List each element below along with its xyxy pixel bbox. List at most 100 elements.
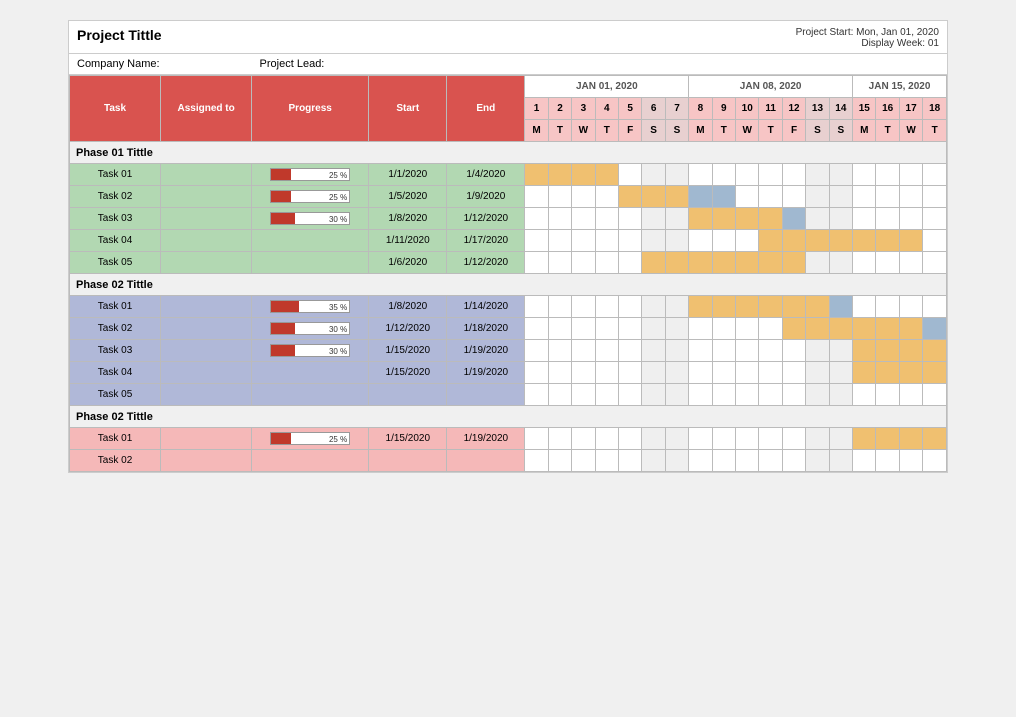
week-header-1: JAN 08, 2020	[689, 76, 853, 98]
gantt-day-cell	[806, 450, 829, 472]
gantt-day-cell	[689, 296, 712, 318]
gantt-day-cell	[548, 428, 571, 450]
gantt-day-cell	[806, 252, 829, 274]
gantt-day-cell	[595, 186, 618, 208]
date-header-13: 13	[806, 98, 829, 120]
phase-row-0: Phase 01 Tittle	[70, 142, 947, 164]
phase-row-1: Phase 02 Tittle	[70, 274, 947, 296]
gantt-day-cell	[782, 340, 805, 362]
gantt-day-cell	[899, 318, 922, 340]
gantt-day-cell	[876, 208, 899, 230]
task-row: Task 041/11/20201/17/2020	[70, 230, 947, 252]
gantt-day-cell	[548, 186, 571, 208]
gantt-day-cell	[876, 252, 899, 274]
gantt-day-cell	[782, 164, 805, 186]
gantt-day-cell	[899, 230, 922, 252]
gantt-day-cell	[782, 362, 805, 384]
day-header-11: F	[782, 120, 805, 142]
gantt-day-cell	[876, 428, 899, 450]
task-end: 1/4/2020	[447, 164, 525, 186]
date-header-11: 11	[759, 98, 782, 120]
gantt-day-cell	[525, 362, 548, 384]
gantt-day-cell	[712, 252, 735, 274]
task-end: 1/19/2020	[447, 428, 525, 450]
gantt-day-cell	[619, 318, 642, 340]
day-header-6: S	[665, 120, 688, 142]
gantt-day-cell	[923, 362, 947, 384]
task-assigned	[161, 296, 252, 318]
gantt-day-cell	[806, 230, 829, 252]
task-start: 1/12/2020	[369, 318, 447, 340]
gantt-day-cell	[712, 164, 735, 186]
gantt-day-cell	[619, 340, 642, 362]
gantt-day-cell	[595, 362, 618, 384]
day-header-3: T	[595, 120, 618, 142]
gantt-day-cell	[876, 340, 899, 362]
gantt-day-cell	[548, 164, 571, 186]
gantt-day-cell	[572, 318, 595, 340]
task-row: Task 0330 %1/15/20201/19/2020	[70, 340, 947, 362]
gantt-day-cell	[853, 186, 876, 208]
gantt-day-cell	[759, 164, 782, 186]
task-name: Task 04	[70, 230, 161, 252]
gantt-day-cell	[853, 450, 876, 472]
date-header-17: 17	[899, 98, 922, 120]
gantt-day-cell	[806, 428, 829, 450]
col-header-progress: Progress	[252, 76, 369, 142]
task-assigned	[161, 384, 252, 406]
date-header-15: 15	[853, 98, 876, 120]
project-info: Project Start: Mon, Jan 01, 2020 Display…	[796, 27, 939, 49]
gantt-day-cell	[712, 296, 735, 318]
gantt-day-cell	[923, 296, 947, 318]
gantt-day-cell	[759, 428, 782, 450]
gantt-day-cell	[899, 164, 922, 186]
task-assigned	[161, 340, 252, 362]
gantt-day-cell	[853, 340, 876, 362]
gantt-day-cell	[572, 230, 595, 252]
gantt-day-cell	[853, 296, 876, 318]
gantt-day-cell	[782, 296, 805, 318]
gantt-day-cell	[595, 450, 618, 472]
gantt-day-cell	[853, 252, 876, 274]
gantt-day-cell	[712, 450, 735, 472]
task-name: Task 01	[70, 164, 161, 186]
gantt-day-cell	[782, 252, 805, 274]
task-progress: 35 %	[252, 296, 369, 318]
gantt-day-cell	[665, 164, 688, 186]
gantt-day-cell	[923, 208, 947, 230]
gantt-day-cell	[876, 164, 899, 186]
gantt-day-cell	[665, 186, 688, 208]
task-start	[369, 384, 447, 406]
header-area: Project Tittle Project Start: Mon, Jan 0…	[69, 21, 947, 54]
task-progress	[252, 252, 369, 274]
gantt-day-cell	[806, 208, 829, 230]
gantt-day-cell	[642, 340, 665, 362]
gantt-day-cell	[525, 208, 548, 230]
day-header-0: M	[525, 120, 548, 142]
gantt-day-cell	[642, 362, 665, 384]
gantt-day-cell	[899, 252, 922, 274]
gantt-day-cell	[876, 384, 899, 406]
gantt-day-cell	[525, 230, 548, 252]
task-row: Task 041/15/20201/19/2020	[70, 362, 947, 384]
gantt-day-cell	[829, 340, 852, 362]
gantt-day-cell	[806, 164, 829, 186]
gantt-day-cell	[548, 318, 571, 340]
day-header-13: S	[829, 120, 852, 142]
display-week: Display Week: 01	[796, 38, 939, 49]
gantt-day-cell	[736, 296, 759, 318]
gantt-day-cell	[759, 252, 782, 274]
gantt-day-cell	[782, 428, 805, 450]
gantt-day-cell	[759, 384, 782, 406]
gantt-day-cell	[619, 362, 642, 384]
gantt-day-cell	[642, 208, 665, 230]
date-header-7: 7	[665, 98, 688, 120]
gantt-day-cell	[665, 252, 688, 274]
company-lead-row: Company Name: Project Lead:	[69, 54, 947, 75]
gantt-day-cell	[689, 340, 712, 362]
task-start: 1/5/2020	[369, 186, 447, 208]
gantt-day-cell	[923, 450, 947, 472]
task-progress: 25 %	[252, 186, 369, 208]
gantt-day-cell	[665, 428, 688, 450]
gantt-day-cell	[572, 252, 595, 274]
